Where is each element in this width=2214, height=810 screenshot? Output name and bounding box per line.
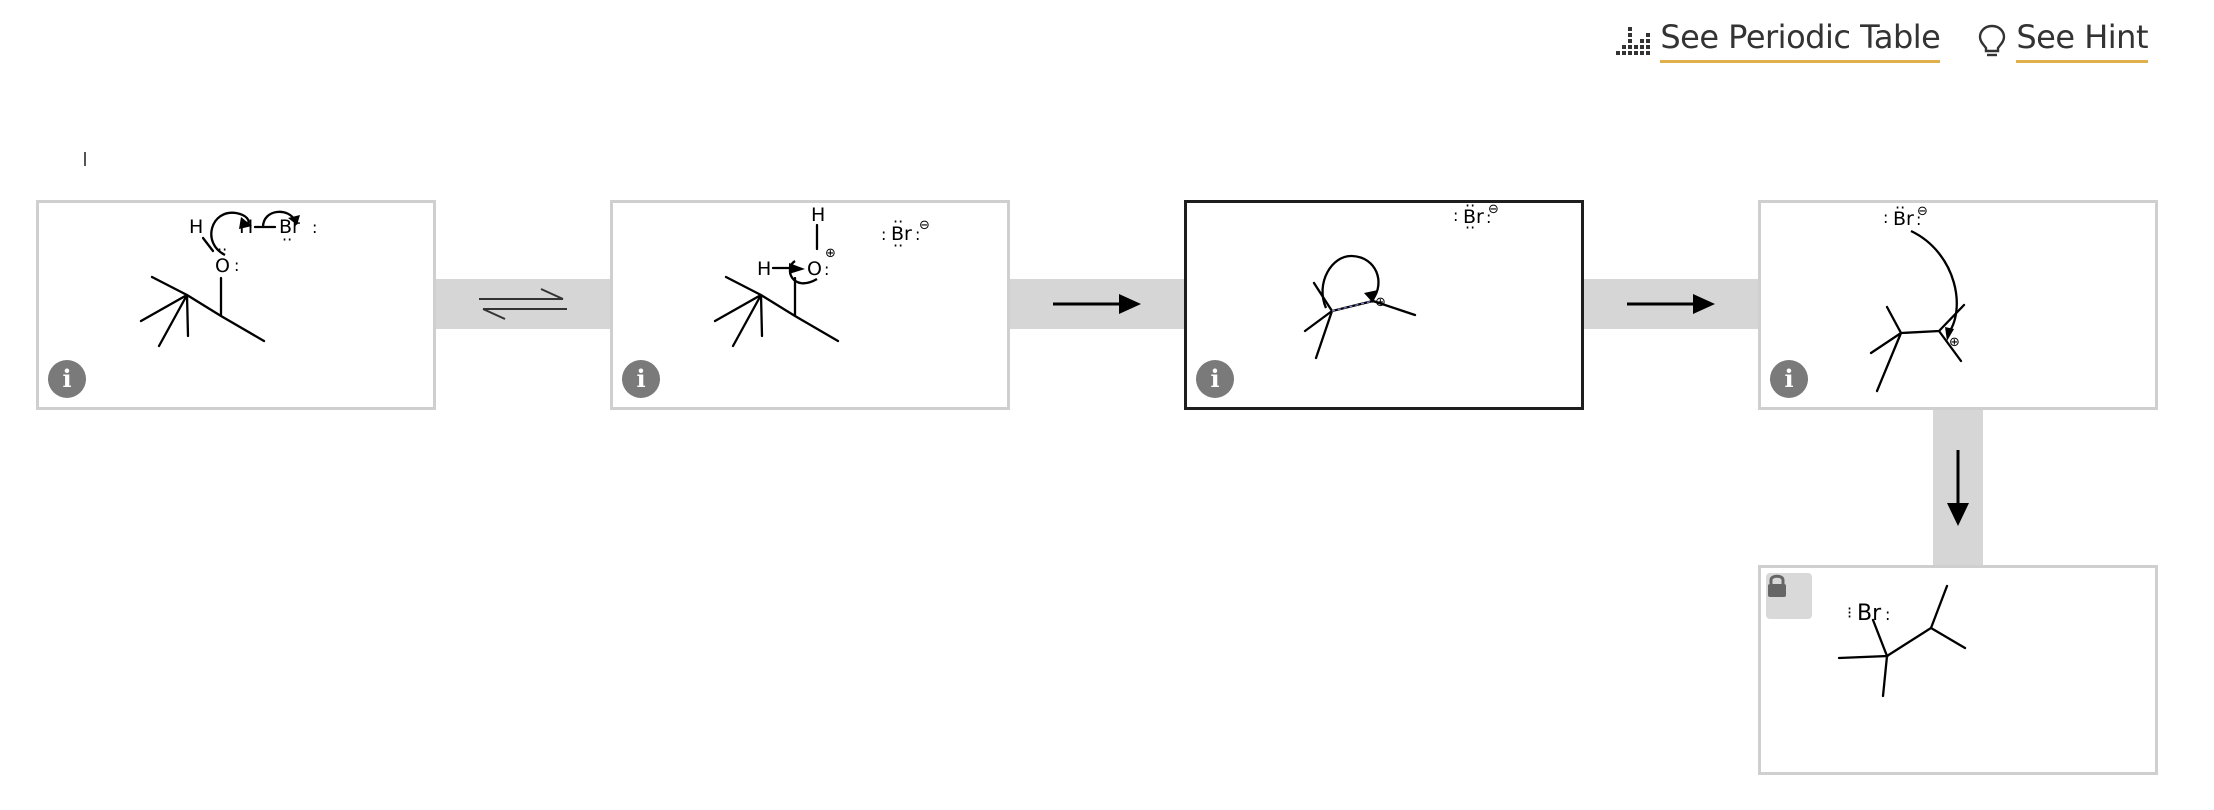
see-periodic-table-link[interactable]: See Periodic Table: [1614, 18, 1941, 63]
atom-h-left: H: [189, 216, 203, 238]
svg-text::: :: [1885, 605, 1890, 624]
svg-text:··: ··: [893, 236, 903, 255]
structure-step-2: H H O : ⊕ : Br : ·· ·· ⊖: [713, 204, 930, 348]
info-icon[interactable]: i: [48, 360, 86, 398]
svg-text::: :: [824, 260, 829, 279]
svg-text::: :: [881, 225, 886, 244]
connector-forward-2[interactable]: [1584, 279, 1758, 329]
structure-step-4: : Br : ·· ⊖ ⊕: [1869, 203, 1966, 393]
charge-br: ⊖: [1488, 203, 1499, 217]
forward-arrow-icon: [1627, 294, 1715, 314]
svg-text:··: ··: [1895, 203, 1905, 217]
svg-text:··: ··: [1465, 218, 1475, 237]
info-icon[interactable]: i: [1770, 360, 1808, 398]
charge-br: ⊖: [919, 218, 930, 233]
down-arrow-icon: [1947, 449, 1969, 526]
svg-text:··: ··: [893, 212, 903, 231]
charge-br: ⊖: [1917, 204, 1928, 219]
mechanism-step-1[interactable]: H O : ·· H Br : ·· i: [36, 200, 436, 410]
connector-equilibrium[interactable]: [436, 279, 610, 329]
mechanism-step-3[interactable]: ⊕ : Br : ·· ·· ⊖ i: [1184, 200, 1584, 410]
svg-text:··: ··: [282, 230, 292, 249]
see-hint-link[interactable]: See Hint: [1976, 18, 2148, 63]
mechanism-step-5-product: ⁝ Br :: [1758, 565, 2158, 775]
connector-down[interactable]: [1933, 410, 1983, 565]
structure-step-5: ⁝ Br :: [1837, 584, 1967, 698]
svg-text::: :: [234, 256, 239, 275]
charge-c: ⊕: [1949, 335, 1960, 350]
forward-arrow-icon: [1053, 294, 1141, 314]
mechanism-step-2[interactable]: H H O : ⊕ : Br : ·· ·· ⊖ i: [610, 200, 1010, 410]
connector-forward-1[interactable]: [1010, 279, 1184, 329]
atom-h-left: H: [757, 258, 771, 280]
charge-c: ⊕: [1375, 295, 1386, 310]
svg-text:⁝: ⁝: [1847, 603, 1852, 622]
svg-text::: :: [1453, 206, 1458, 225]
see-hint-label[interactable]: See Hint: [2016, 18, 2148, 63]
structure-step-1: H O : ·· H Br : ··: [139, 210, 317, 348]
tick-mark: [84, 152, 86, 166]
svg-text::: :: [1883, 208, 1888, 227]
svg-text:··: ··: [1465, 203, 1475, 215]
lightbulb-icon: [1979, 24, 2006, 56]
charge-o: ⊕: [825, 246, 836, 261]
equilibrium-arrow-icon: [479, 288, 567, 320]
structure-step-3: ⊕ : Br : ·· ·· ⊖: [1303, 203, 1499, 360]
svg-text::: :: [312, 218, 317, 237]
see-periodic-table-label[interactable]: See Periodic Table: [1660, 18, 1941, 63]
top-links: See Periodic Table See Hint: [1614, 18, 2148, 63]
info-icon[interactable]: i: [1196, 360, 1234, 398]
atom-o: O: [807, 258, 822, 280]
atom-h-top: H: [811, 204, 825, 226]
mechanism-step-4[interactable]: : Br : ·· ⊖ ⊕ i: [1758, 200, 2158, 410]
info-icon[interactable]: i: [622, 360, 660, 398]
atom-br: Br: [1857, 601, 1882, 626]
periodic-table-icon: [1616, 26, 1651, 55]
